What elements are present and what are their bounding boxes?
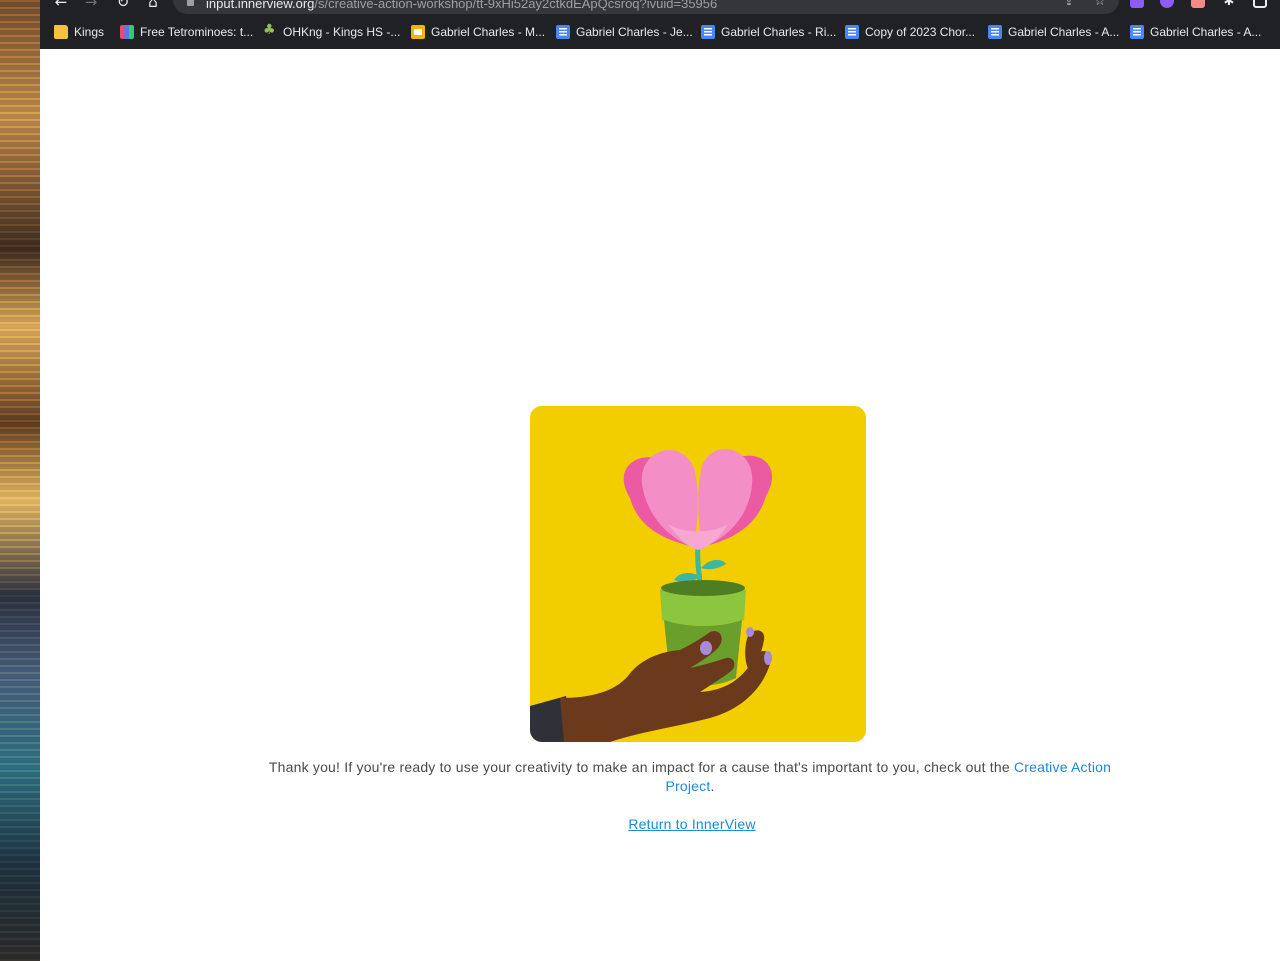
extension-purple-icon[interactable]: [1160, 0, 1174, 8]
flower-pot-illustration: [530, 406, 866, 742]
side-panel-icon[interactable]: [1253, 0, 1267, 8]
home-icon[interactable]: ⌂: [144, 0, 162, 11]
lock-icon: [187, 0, 194, 6]
bookmark-label: Copy of 2023 Chor...: [865, 25, 976, 39]
docs-icon: [1130, 25, 1144, 39]
extension-image-icon[interactable]: [1191, 0, 1205, 8]
url-text: input.innerview.org/s/creative-action-wo…: [206, 0, 717, 11]
bookmarks-bar: Kings Free Tetrominoes: t... OHKng - Kin…: [40, 19, 1280, 45]
bookmark-label: Gabriel Charles - Je...: [576, 25, 693, 39]
share-icon[interactable]: ⇪: [1060, 0, 1078, 11]
bookmark-ohkng[interactable]: OHKng - Kings HS -...: [263, 19, 400, 45]
bookmark-doc-a1[interactable]: Gabriel Charles - A...: [988, 19, 1119, 45]
bookmark-label: OHKng - Kings HS -...: [283, 25, 401, 39]
thank-you-text: Thank you! If you're ready to use your c…: [268, 759, 1010, 775]
url-path: /s/creative-action-workshop/tt-9xHi52ay2…: [314, 0, 718, 11]
bookmark-kings[interactable]: Kings: [54, 19, 104, 45]
thank-you-message: Thank you! If you're ready to use your c…: [260, 758, 1120, 796]
thank-you-period: .: [710, 778, 715, 794]
browser-chrome: ← → ↻ ⌂ input.innerview.org/s/creative-a…: [40, 0, 1280, 49]
bookmark-star-icon[interactable]: ☆: [1091, 0, 1109, 11]
desktop-wallpaper: [0, 0, 40, 961]
bookmark-label: Gabriel Charles - A...: [1008, 25, 1120, 39]
docs-icon: [845, 25, 859, 39]
docs-icon: [701, 25, 715, 39]
back-arrow-icon[interactable]: ←: [52, 0, 70, 11]
docs-icon: [988, 25, 1002, 39]
bookmark-tetrominoes[interactable]: Free Tetrominoes: t...: [120, 19, 253, 45]
reload-icon[interactable]: ↻: [114, 0, 132, 11]
bookmark-doc-je[interactable]: Gabriel Charles - Je...: [556, 19, 693, 45]
extensions-puzzle-icon[interactable]: ✱: [1220, 0, 1238, 11]
leaf-icon: [263, 22, 277, 39]
hand-holding-flower-image: [530, 406, 866, 742]
bookmark-slides-m[interactable]: Gabriel Charles - M...: [411, 19, 545, 45]
bookmark-label: Kings: [74, 25, 105, 39]
address-bar[interactable]: input.innerview.org/s/creative-action-wo…: [173, 0, 1119, 14]
docs-icon: [556, 25, 570, 39]
page-content: Thank you! If you're ready to use your c…: [40, 49, 1280, 961]
return-to-innerview-link[interactable]: Return to InnerView: [540, 816, 844, 832]
bookmark-doc-ri[interactable]: Gabriel Charles - Ri...: [701, 19, 836, 45]
slides-icon: [411, 25, 425, 39]
url-host: input.innerview.org: [206, 0, 315, 11]
extension-fm-icon[interactable]: [1130, 0, 1144, 8]
folder-icon: [54, 25, 68, 39]
tetris-icon: [120, 25, 134, 39]
bookmark-label: Gabriel Charles - M...: [431, 25, 546, 39]
browser-toolbar: ← → ↻ ⌂ input.innerview.org/s/creative-a…: [40, 0, 1280, 14]
forward-arrow-icon[interactable]: →: [82, 0, 100, 11]
bookmark-doc-a2[interactable]: Gabriel Charles - A...: [1130, 19, 1261, 45]
bookmark-doc-chor[interactable]: Copy of 2023 Chor...: [845, 19, 975, 45]
bookmark-label: Gabriel Charles - Ri...: [721, 25, 837, 39]
bookmark-label: Gabriel Charles - A...: [1150, 25, 1262, 39]
bookmark-label: Free Tetrominoes: t...: [140, 25, 254, 39]
